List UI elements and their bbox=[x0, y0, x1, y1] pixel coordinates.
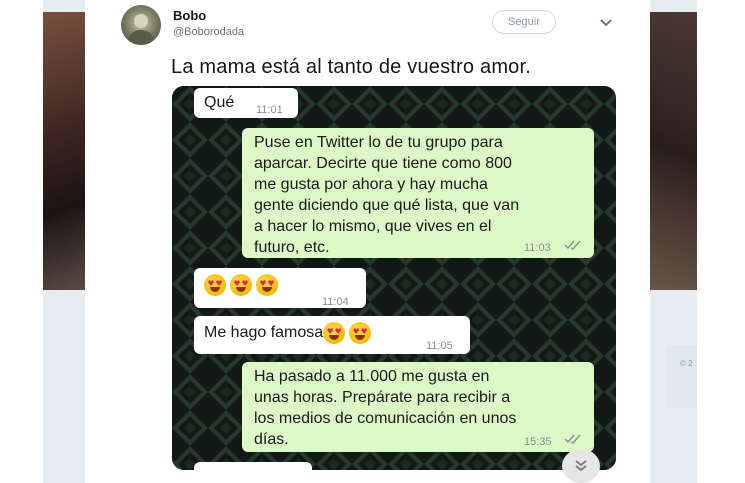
display-name[interactable]: Bobo bbox=[173, 8, 206, 23]
message-line: gente diciendo que qué lista, que van bbox=[254, 197, 520, 214]
chevron-down-icon[interactable] bbox=[598, 16, 614, 28]
chat-screenshot-image[interactable]: Qué 11:01 Puse en Twitter lo de tu grupo… bbox=[172, 86, 616, 470]
message-time: 15:35 bbox=[524, 436, 552, 448]
message-line: a hacer lo mismo, que vives en el bbox=[254, 218, 492, 235]
heart-eyes-emoji-icon bbox=[204, 274, 226, 296]
background-photo bbox=[43, 12, 85, 290]
double-chevron-down-icon bbox=[575, 460, 587, 472]
tweet-text: La mama está al tanto de vuestro amor. bbox=[171, 56, 532, 78]
avatar[interactable] bbox=[121, 5, 161, 45]
follow-button[interactable]: Seguir bbox=[492, 10, 556, 34]
message-text: Qué bbox=[204, 94, 235, 111]
message-bubble-outgoing: Puse en Twitter lo de tu grupo para apar… bbox=[242, 128, 594, 258]
message-line: aparcar. Decirte que tiene como 800 bbox=[254, 155, 512, 172]
message-time: 11:05 bbox=[426, 340, 453, 352]
message-line: me gusta por ahora y hay mucha bbox=[254, 176, 488, 193]
message-bubble-incoming: Qué 11:01 bbox=[194, 88, 298, 118]
message-line: unas horas. Prepárate para recibir a bbox=[254, 389, 511, 406]
heart-eyes-emoji-icon bbox=[256, 274, 278, 296]
background-left-panel bbox=[43, 0, 85, 483]
background-photo bbox=[650, 12, 697, 290]
message-line: Puse en Twitter lo de tu grupo para bbox=[254, 134, 503, 151]
message-line: los medios de comunicación en unos bbox=[254, 410, 517, 427]
heart-eyes-emoji-icon bbox=[349, 322, 372, 344]
background-right-panel: © 2 bbox=[650, 0, 697, 483]
message-line: Ha pasado a 11.000 me gusta en bbox=[254, 368, 490, 385]
heart-eyes-emoji-icon bbox=[230, 274, 252, 296]
user-handle[interactable]: @Boborodada bbox=[173, 26, 244, 38]
message-bubble-incoming: Me hago famosa 11:05 bbox=[194, 316, 470, 354]
message-time: 11:03 bbox=[524, 242, 551, 254]
message-bubble-incoming: 11:04 bbox=[194, 268, 366, 308]
message-text: Me hago famosa bbox=[204, 324, 324, 342]
copyright-text: © 2 bbox=[680, 359, 693, 368]
message-bubble-outgoing: Ha pasado a 11.000 me gusta en unas hora… bbox=[242, 362, 594, 452]
double-check-icon bbox=[564, 434, 581, 444]
message-bubble-incoming bbox=[194, 462, 312, 470]
double-check-icon bbox=[564, 240, 581, 250]
message-time: 11:04 bbox=[322, 296, 349, 308]
scroll-down-button[interactable] bbox=[562, 449, 600, 483]
heart-eyes-emoji-icon bbox=[323, 322, 346, 344]
message-time: 11:01 bbox=[256, 104, 283, 116]
sidebar-footer: © 2 bbox=[666, 345, 697, 408]
